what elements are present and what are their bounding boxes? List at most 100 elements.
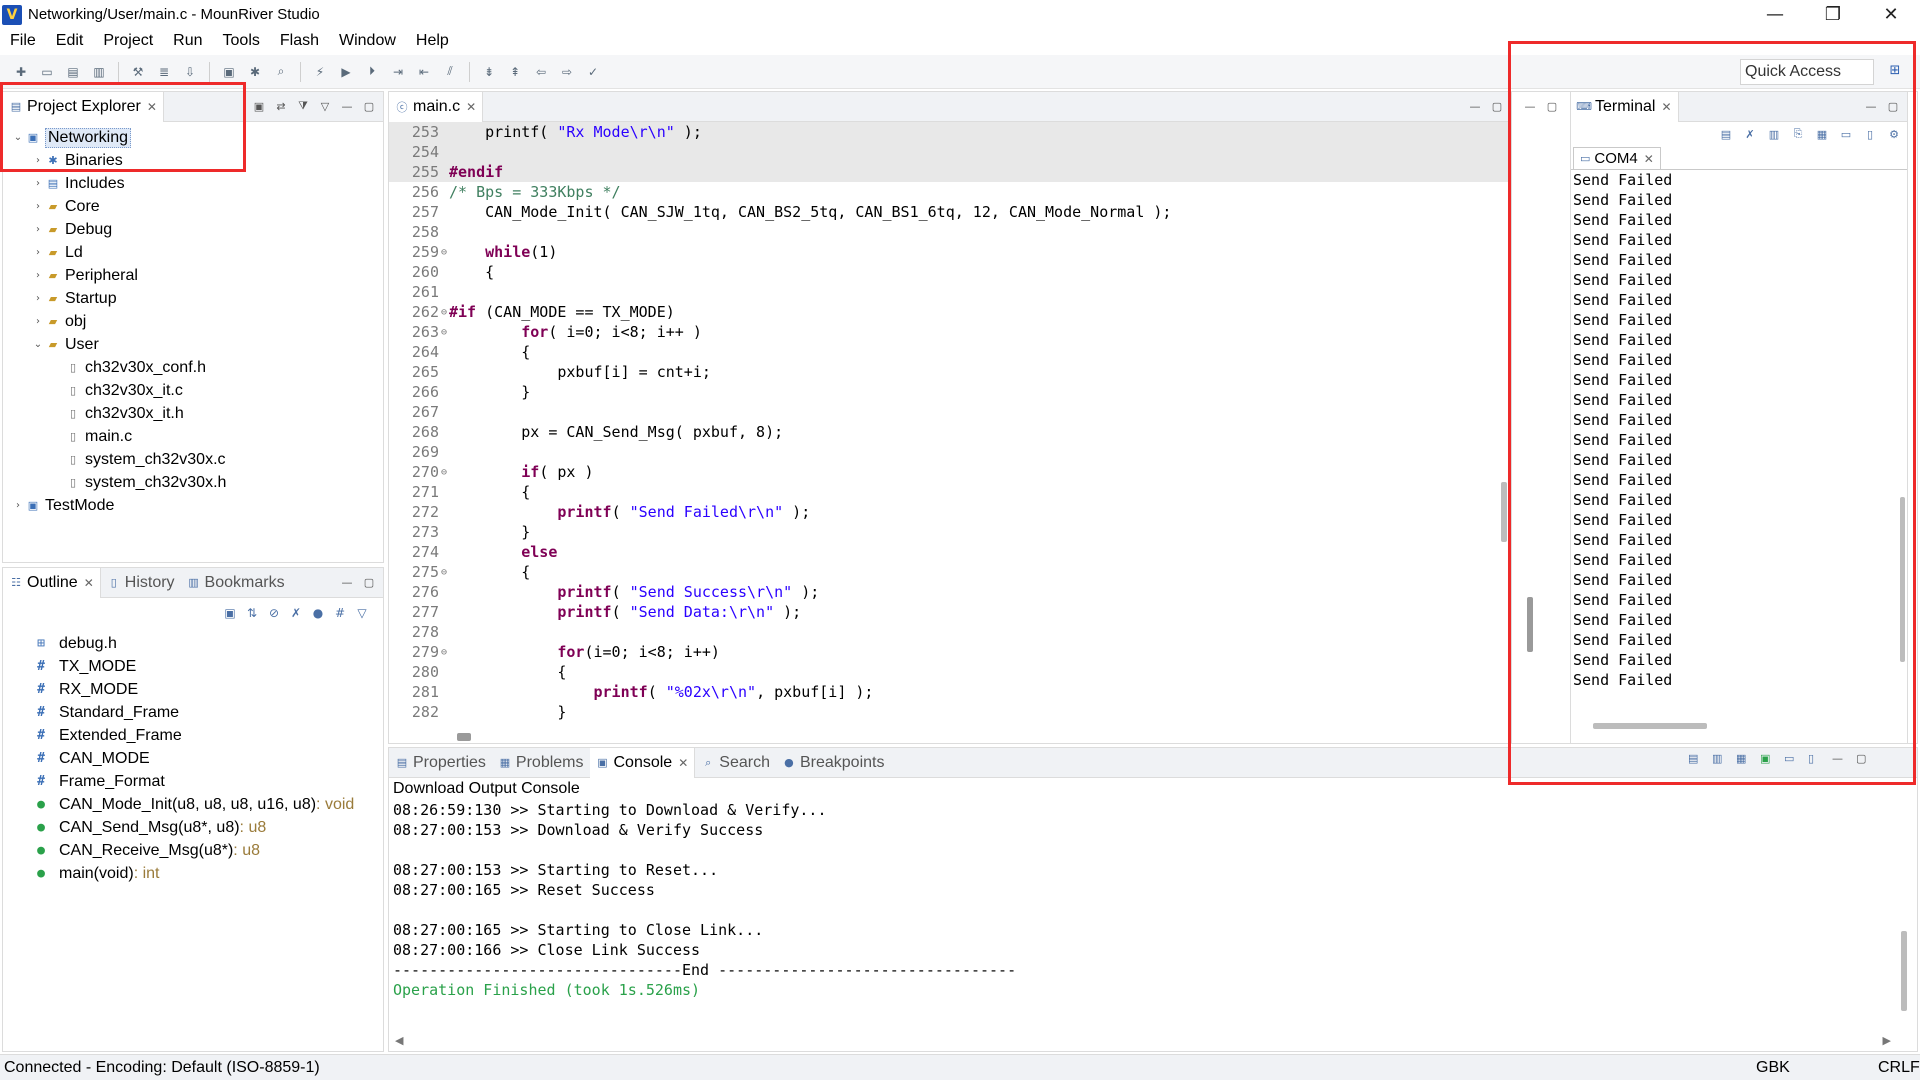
code-line[interactable]: 281 printf( "%02x\r\n", pxbuf[i] ); xyxy=(389,682,1511,702)
terminal-side-scrollbar[interactable] xyxy=(1527,597,1533,652)
menu-flash[interactable]: Flash xyxy=(270,32,329,50)
code-line[interactable]: 274 else xyxy=(389,542,1511,562)
fold-toggle-icon[interactable]: ⊖ xyxy=(441,247,449,258)
menu-help[interactable]: Help xyxy=(406,32,459,50)
flash-icon[interactable]: ⚡ xyxy=(310,62,330,82)
settings-icon[interactable]: ⚙ xyxy=(1885,125,1903,143)
view-menu-icon[interactable]: ▽ xyxy=(353,604,371,622)
tab-main-c[interactable]: ⓒ main.c ✕ xyxy=(389,91,484,122)
search-icon[interactable]: ⌕ xyxy=(271,62,291,82)
tree-item[interactable]: ▯ system_ch32v30x.c xyxy=(3,448,383,471)
next-annotation-icon[interactable]: ⇟ xyxy=(479,62,499,82)
minimize-icon[interactable]: — xyxy=(1467,98,1483,114)
code-line[interactable]: 259 ⊖ while(1) xyxy=(389,242,1511,262)
code-line[interactable]: 256 /* Bps = 333Kbps */ xyxy=(389,182,1511,202)
code-line[interactable]: 261 xyxy=(389,282,1511,302)
tab-outline[interactable]: ☷ Outline ✕ xyxy=(3,567,101,598)
close-icon[interactable]: ✕ xyxy=(678,756,688,770)
collapse-all-icon[interactable]: ▣ xyxy=(221,604,239,622)
tab-console[interactable]: ▣ Console ✕ xyxy=(589,747,696,778)
tree-item[interactable]: ▯ ch32v30x_it.c xyxy=(3,379,383,402)
code-line[interactable]: 271 { xyxy=(389,482,1511,502)
outline-item[interactable]: ● CAN_Receive_Msg(u8*) : u8 xyxy=(3,839,383,862)
editor-horizontal-scrollbar[interactable] xyxy=(457,733,471,741)
tree-item[interactable]: ▯ system_ch32v30x.h xyxy=(3,471,383,494)
scroll-left-icon[interactable]: ◀ xyxy=(395,1034,403,1047)
open-console-icon[interactable]: ▣ xyxy=(1760,752,1778,765)
minimize-button[interactable]: — xyxy=(1746,0,1804,29)
chevron-right-icon[interactable]: › xyxy=(31,201,45,212)
tree-item[interactable]: ⌄ ▣ Networking xyxy=(3,126,383,149)
tab-history[interactable]: ▯ History xyxy=(101,568,181,598)
maximize-icon[interactable]: ▢ xyxy=(361,574,377,590)
tab-search[interactable]: ⌕ Search xyxy=(695,748,776,778)
tab-bookmarks[interactable]: ▥ Bookmarks xyxy=(181,568,291,598)
minimize-icon[interactable]: — xyxy=(339,98,355,114)
code-line[interactable]: 273 } xyxy=(389,522,1511,542)
chevron-right-icon[interactable]: › xyxy=(31,293,45,304)
maximize-icon[interactable]: ▢ xyxy=(1856,752,1874,765)
tree-item[interactable]: ▯ ch32v30x_conf.h xyxy=(3,356,383,379)
print-icon[interactable]: ▥ xyxy=(89,62,109,82)
copy-icon[interactable]: ⎘ xyxy=(1789,125,1807,143)
filter-icon[interactable]: ⧩ xyxy=(295,98,311,114)
tree-item[interactable]: › ▰ Peripheral xyxy=(3,264,383,287)
terminal-icon[interactable]: ▶ xyxy=(336,62,356,82)
clear-icon[interactable]: ▭ xyxy=(1837,125,1855,143)
console-output[interactable]: 08:26:59:130 >> Starting to Download & V… xyxy=(389,800,1917,1000)
disconnect-icon[interactable]: ✗ xyxy=(1741,125,1759,143)
view-menu-icon[interactable]: ▽ xyxy=(317,98,333,114)
tree-item[interactable]: › ▣ TestMode xyxy=(3,494,383,517)
outline-item[interactable]: # Extended_Frame xyxy=(3,724,383,747)
pin-console-icon[interactable]: ▤ xyxy=(1688,752,1706,765)
terminal-horizontal-scrollbar[interactable] xyxy=(1593,723,1707,729)
quick-access-input[interactable]: Quick Access xyxy=(1740,59,1874,85)
sort-icon[interactable]: ⇅ xyxy=(243,604,261,622)
tree-item[interactable]: › ▰ Ld xyxy=(3,241,383,264)
chevron-right-icon[interactable]: › xyxy=(31,155,45,166)
code-line[interactable]: 260 { xyxy=(389,262,1511,282)
build-all-icon[interactable]: ≣ xyxy=(154,62,174,82)
code-line[interactable]: 255 #endif xyxy=(389,162,1511,182)
outline-item[interactable]: # CAN_MODE xyxy=(3,747,383,770)
format-icon[interactable]: ⫽ xyxy=(440,62,460,82)
chevron-right-icon[interactable]: › xyxy=(31,224,45,235)
tree-item[interactable]: › ▰ Debug xyxy=(3,218,383,241)
code-line[interactable]: 262 ⊖ #if (CAN_MODE == TX_MODE) xyxy=(389,302,1511,322)
maximize-button[interactable]: ❐ xyxy=(1804,0,1862,29)
minimize-icon[interactable]: — xyxy=(1522,98,1538,114)
save-all-icon[interactable]: ▤ xyxy=(63,62,83,82)
outline-item[interactable]: ● CAN_Mode_Init(u8, u8, u8, u16, u8) : vo… xyxy=(3,793,383,816)
delete-icon[interactable]: ▯ xyxy=(1861,125,1879,143)
code-line[interactable]: 282 } xyxy=(389,702,1511,722)
pin-icon[interactable]: ✓ xyxy=(583,62,603,82)
outline-item[interactable]: # Standard_Frame xyxy=(3,701,383,724)
perspective-icon[interactable]: V xyxy=(1914,59,1920,81)
code-line[interactable]: 267 xyxy=(389,402,1511,422)
collapse-all-icon[interactable]: ▣ xyxy=(251,98,267,114)
tab-problems[interactable]: ▦ Problems xyxy=(492,748,590,778)
status-line-ending[interactable]: CRLF xyxy=(1878,1059,1920,1077)
terminal-output[interactable]: Send Failed Send Failed Send Failed Send Fa… xyxy=(1571,170,1907,690)
close-icon[interactable]: ✕ xyxy=(466,100,476,114)
tab-com4[interactable]: ▭ COM4 ✕ xyxy=(1573,147,1661,169)
hide-nonpublic-icon[interactable]: ● xyxy=(309,604,327,622)
tree-item[interactable]: › ▰ Core xyxy=(3,195,383,218)
code-line[interactable]: 272 printf( "Send Failed\r\n" ); xyxy=(389,502,1511,522)
remove-all-icon[interactable]: ▦ xyxy=(1736,752,1754,765)
code-line[interactable]: 265 pxbuf[i] = cnt+i; xyxy=(389,362,1511,382)
code-line[interactable]: 277 printf( "Send Data:\r\n" ); xyxy=(389,602,1511,622)
link-editor-icon[interactable]: ⇄ xyxy=(273,98,289,114)
hide-static-icon[interactable]: ✗ xyxy=(287,604,305,622)
maximize-icon[interactable]: ▢ xyxy=(361,98,377,114)
code-line[interactable]: 264 { xyxy=(389,342,1511,362)
code-line[interactable]: 280 { xyxy=(389,662,1511,682)
back-icon[interactable]: ⇦ xyxy=(531,62,551,82)
chevron-down-icon[interactable]: ⌄ xyxy=(31,339,45,350)
status-encoding[interactable]: GBK xyxy=(1756,1059,1790,1077)
fold-toggle-icon[interactable]: ⊖ xyxy=(441,647,449,658)
chevron-right-icon[interactable]: › xyxy=(31,270,45,281)
console-vertical-scrollbar[interactable] xyxy=(1901,931,1907,1011)
outline-item[interactable]: ⊞ debug.h xyxy=(3,632,383,655)
tree-item[interactable]: › ✱ Binaries xyxy=(3,149,383,172)
